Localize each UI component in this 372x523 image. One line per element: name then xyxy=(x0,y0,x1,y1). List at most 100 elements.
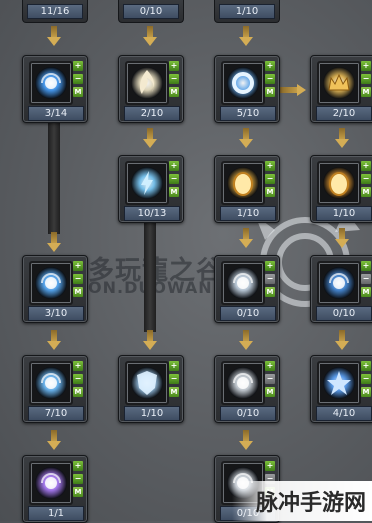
increase-button[interactable]: + xyxy=(169,161,179,171)
skill-level-value: 0/10 xyxy=(220,306,276,321)
decrease-button[interactable]: − xyxy=(361,274,371,284)
max-button[interactable]: M xyxy=(265,87,275,97)
skill-buttons: + − M xyxy=(169,361,179,400)
skill-level-value: 2/10 xyxy=(124,106,180,121)
decrease-button[interactable]: − xyxy=(169,374,179,384)
skill-slot: + − M 0/10 xyxy=(214,255,280,323)
max-button[interactable]: M xyxy=(361,387,371,397)
max-button[interactable]: M xyxy=(73,87,83,97)
orb-blue-skill-icon[interactable] xyxy=(29,61,73,105)
increase-button[interactable]: + xyxy=(361,261,371,271)
decrease-button[interactable]: − xyxy=(265,374,275,384)
increase-button[interactable]: + xyxy=(265,361,275,371)
arrow-right-1 xyxy=(280,84,308,96)
arrow-down-13 xyxy=(335,330,349,350)
sun-gold-skill-icon[interactable] xyxy=(317,161,361,205)
increase-button[interactable]: + xyxy=(265,261,275,271)
skill-buttons: + − M xyxy=(361,361,371,400)
skill-buttons: + − M xyxy=(169,61,179,100)
orb-deep-skill-icon[interactable] xyxy=(317,261,361,305)
connector-v-1 xyxy=(48,122,60,234)
max-button[interactable]: M xyxy=(265,287,275,297)
decrease-button[interactable]: − xyxy=(265,74,275,84)
increase-button[interactable]: + xyxy=(73,361,83,371)
skill-slot: + − M 0/10 xyxy=(214,355,280,423)
top-value-1: 11/16 xyxy=(27,4,83,19)
skill-level-value: 3/10 xyxy=(28,306,84,321)
increase-button[interactable]: + xyxy=(265,461,275,471)
arrow-down-2 xyxy=(143,26,157,46)
max-button[interactable]: M xyxy=(361,87,371,97)
max-button[interactable]: M xyxy=(169,87,179,97)
increase-button[interactable]: + xyxy=(265,61,275,71)
increase-button[interactable]: + xyxy=(265,161,275,171)
shield-ice-skill-icon[interactable] xyxy=(125,361,169,405)
skill-slot: + − M 5/10 xyxy=(214,55,280,123)
skill-level-value: 1/1 xyxy=(28,506,84,521)
max-button[interactable]: M xyxy=(361,287,371,297)
arrow-down-7 xyxy=(47,232,61,252)
decrease-button[interactable]: − xyxy=(73,74,83,84)
max-button[interactable]: M xyxy=(73,387,83,397)
arrow-down-15 xyxy=(239,430,253,450)
top-value-2: 0/10 xyxy=(123,4,179,19)
skill-level-value: 1/10 xyxy=(316,206,372,221)
increase-button[interactable]: + xyxy=(361,361,371,371)
increase-button[interactable]: + xyxy=(73,61,83,71)
top-value-3: 1/10 xyxy=(219,4,275,19)
max-button[interactable]: M xyxy=(169,187,179,197)
max-button[interactable]: M xyxy=(73,287,83,297)
increase-button[interactable]: + xyxy=(73,261,83,271)
skill-buttons: + − M xyxy=(265,361,275,400)
swirl-blue-skill-icon[interactable] xyxy=(29,361,73,405)
increase-button[interactable]: + xyxy=(169,361,179,371)
decrease-button[interactable]: − xyxy=(169,174,179,184)
crown-gold-skill-icon[interactable] xyxy=(317,61,361,105)
arrow-down-11 xyxy=(143,330,157,350)
skill-slot: + − M 3/10 xyxy=(22,255,88,323)
max-button[interactable]: M xyxy=(265,187,275,197)
ring-blue-skill-icon[interactable] xyxy=(221,61,265,105)
spark-blue-skill-icon[interactable] xyxy=(29,261,73,305)
increase-button[interactable]: + xyxy=(169,61,179,71)
skill-level-value: 10/13 xyxy=(124,206,180,221)
skill-level-value: 3/14 xyxy=(28,106,84,121)
skill-level-value: 2/10 xyxy=(316,106,372,121)
flame-white-skill-icon[interactable] xyxy=(125,61,169,105)
arrow-down-8 xyxy=(239,228,253,248)
bolt-blue-skill-icon[interactable] xyxy=(125,161,169,205)
skill-level-value: 4/10 xyxy=(316,406,372,421)
skill-slot: + − M 3/14 xyxy=(22,55,88,123)
spirit-silver-skill-icon[interactable] xyxy=(221,361,265,405)
egg-gold-skill-icon[interactable] xyxy=(221,161,265,205)
max-button[interactable]: M xyxy=(73,487,83,497)
connector-v-2 xyxy=(144,220,156,332)
orb-purple-skill-icon[interactable] xyxy=(29,461,73,505)
skill-slot: + − M 1/10 xyxy=(310,155,372,223)
decrease-button[interactable]: − xyxy=(361,74,371,84)
max-button[interactable]: M xyxy=(265,387,275,397)
skill-buttons: + − M xyxy=(73,261,83,300)
decrease-button[interactable]: − xyxy=(265,174,275,184)
star-blue-skill-icon[interactable] xyxy=(317,361,361,405)
max-button[interactable]: M xyxy=(169,387,179,397)
ward-silver-skill-icon[interactable] xyxy=(221,261,265,305)
increase-button[interactable]: + xyxy=(73,461,83,471)
skill-slot: + − M 4/10 xyxy=(310,355,372,423)
skill-slot: + − M 1/10 xyxy=(118,355,184,423)
decrease-button[interactable]: − xyxy=(73,474,83,484)
decrease-button[interactable]: − xyxy=(361,174,371,184)
decrease-button[interactable]: − xyxy=(265,274,275,284)
arrow-down-14 xyxy=(47,430,61,450)
decrease-button[interactable]: − xyxy=(361,374,371,384)
decrease-button[interactable]: − xyxy=(73,274,83,284)
max-button[interactable]: M xyxy=(361,187,371,197)
decrease-button[interactable]: − xyxy=(73,374,83,384)
skill-slot: + − M 0/10 xyxy=(310,255,372,323)
skill-level-value: 5/10 xyxy=(220,106,276,121)
increase-button[interactable]: + xyxy=(361,161,371,171)
skill-level-value: 0/10 xyxy=(316,306,372,321)
arrow-down-1 xyxy=(47,26,61,46)
decrease-button[interactable]: − xyxy=(169,74,179,84)
increase-button[interactable]: + xyxy=(361,61,371,71)
